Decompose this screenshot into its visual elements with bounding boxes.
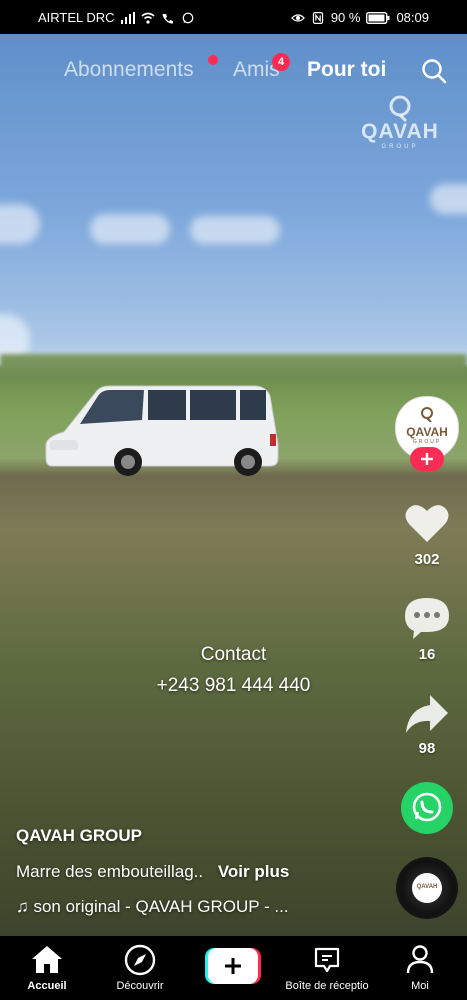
plus-icon [225,958,241,974]
overlay-contact-label: Contact [200,644,267,665]
follow-button[interactable] [410,447,444,471]
nav-home[interactable]: Accueil [2,936,92,1000]
following-dot [208,55,218,65]
inbox-icon [314,947,340,973]
treeline [0,354,467,378]
white-van [45,385,279,476]
share-count: 98 [418,740,436,757]
eye-icon [290,13,305,22]
nav-discover-label: Découvrir [116,980,164,992]
watermark-sub: GROUP [381,144,419,150]
qavah-logo-icon [421,407,433,422]
whatsapp-notification-icon [182,12,193,23]
feed-tabs: Abonnements Amis 4 Pour toi [0,50,467,90]
nav-profile-label: Moi [411,980,429,992]
avatar-brand: QAVAH [406,425,448,439]
status-bar: AIRTEL DRC 90 % 08:09 [0,0,467,34]
whatsapp-share-icon[interactable] [400,781,454,835]
bottom-nav: Accueil Découvrir Boîte de réceptio Moi [0,936,467,1000]
home-icon [32,946,62,973]
see-more-link[interactable]: Voir plus [218,862,289,881]
like-count: 302 [414,551,440,568]
nfc-icon [312,11,323,24]
overlay-contact-phone: +243 981 444 440 [156,675,311,696]
profile-icon [406,945,434,974]
post-description[interactable]: Marre des embouteillag.. Voir plus [16,862,289,882]
wifi-calling-icon [162,13,173,24]
nav-profile[interactable]: Moi [375,936,465,1000]
nav-inbox-label: Boîte de réceptio [285,980,369,992]
avatar-sub: GROUP [412,439,442,445]
nav-discover[interactable]: Découvrir [95,936,185,1000]
video-player[interactable] [0,34,467,936]
compass-icon [124,944,156,976]
share-icon[interactable] [404,693,450,735]
cloud [430,184,467,214]
signal-icon [120,11,135,24]
cloud [0,204,40,244]
disc-label: QAVAH [412,873,442,903]
clock: 08:09 [396,10,429,25]
battery-percent: 90 % [330,10,361,25]
cloud [90,214,170,244]
carrier-name: AIRTEL DRC [38,10,115,25]
watermark-logo: QAVAH GROUP [356,94,444,154]
friends-badge: 4 [272,53,290,71]
qavah-pin-icon [389,95,411,122]
author-name[interactable]: QAVAH GROUP [16,826,142,846]
search-icon[interactable] [421,58,447,84]
nav-home-label: Accueil [27,980,67,992]
comment-icon[interactable] [403,596,451,640]
music-disc[interactable]: QAVAH [396,857,458,919]
tab-for-you[interactable]: Pour toi [307,58,386,82]
tab-following[interactable]: Abonnements [64,58,194,82]
disc-brand: QAVAH [416,884,438,890]
plus-icon [421,453,433,465]
cloud [190,216,280,244]
wifi-icon [141,12,155,24]
create-button[interactable] [205,948,261,984]
watermark-brand: QAVAH [361,120,439,143]
nav-inbox[interactable]: Boîte de réceptio [282,936,372,1000]
description-text: Marre des embouteillag.. [16,862,204,881]
sound-label[interactable]: ♫ son original - QAVAH GROUP - ... [16,897,289,917]
heart-icon[interactable] [404,502,450,544]
battery-icon [366,11,390,24]
